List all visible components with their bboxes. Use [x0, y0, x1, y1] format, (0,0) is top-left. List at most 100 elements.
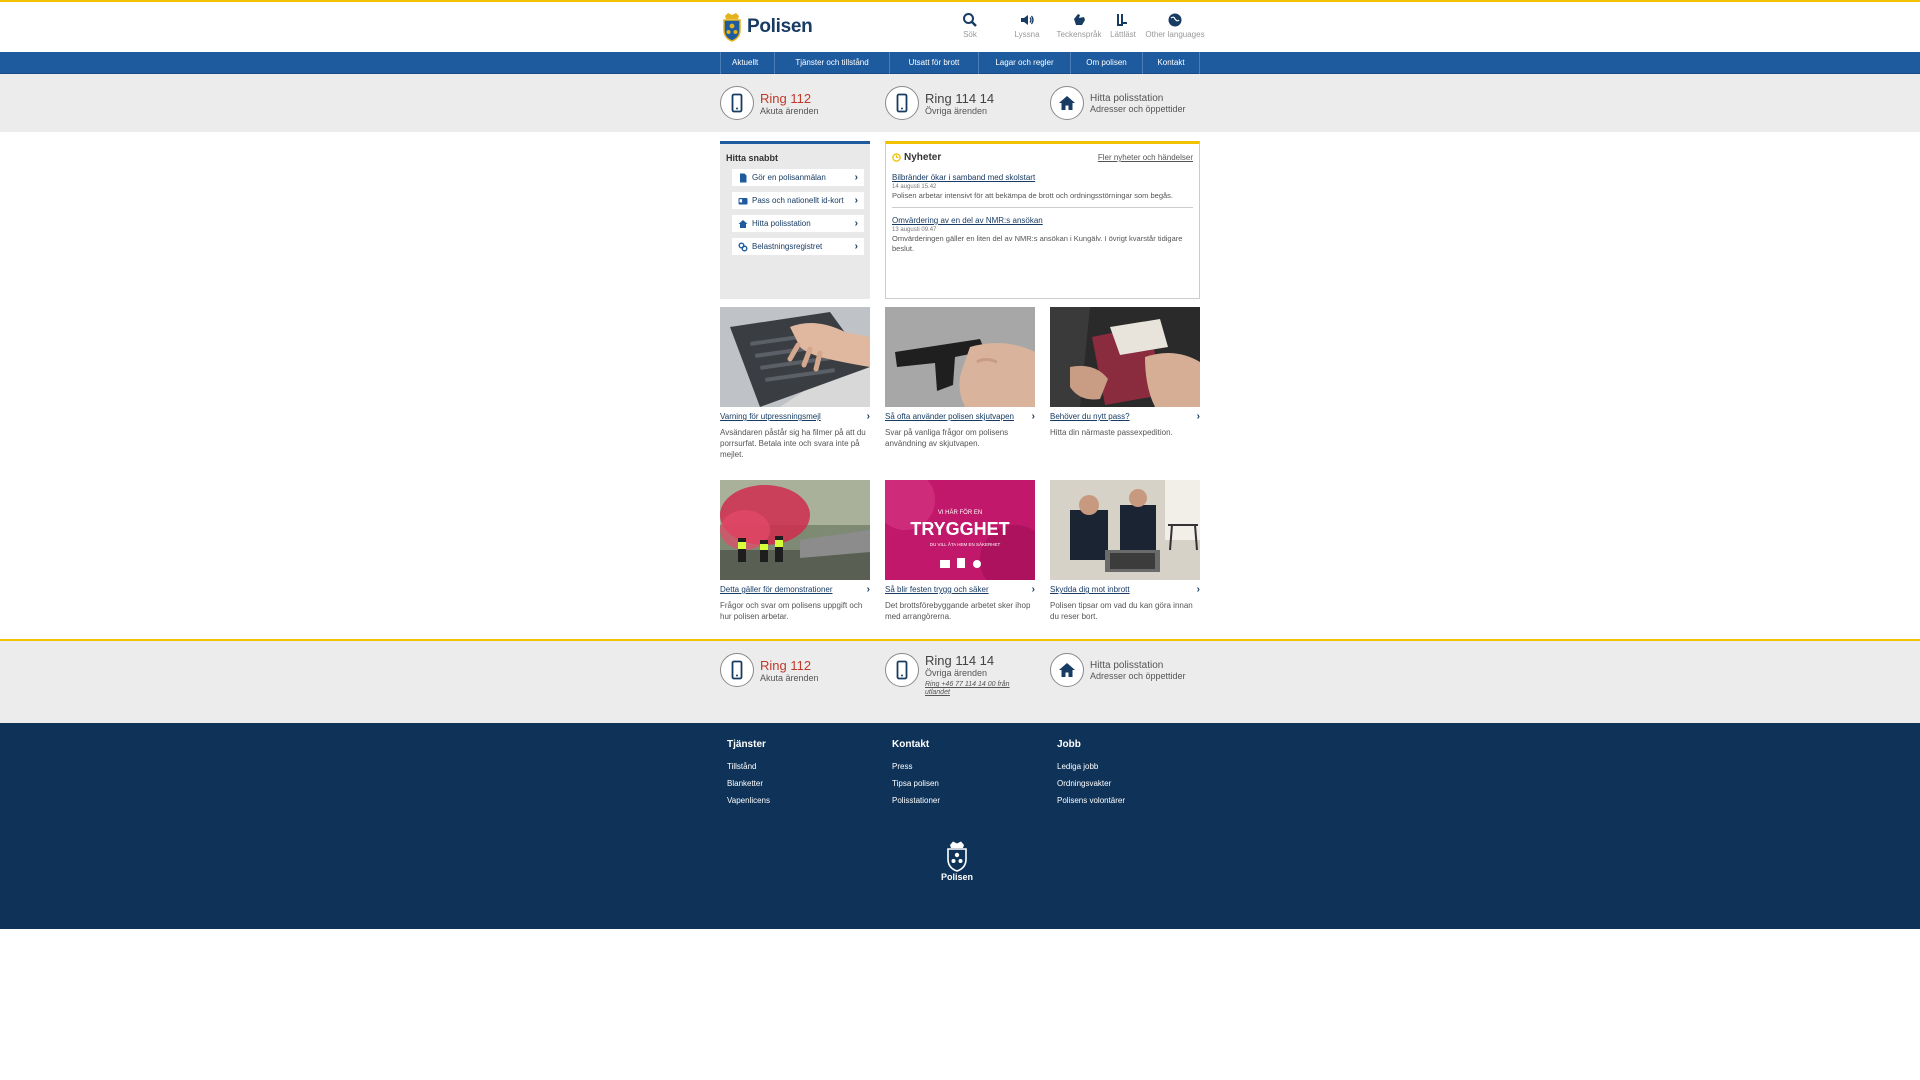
- call-find-station[interactable]: Hitta polisstation Adresser och öppettid…: [1050, 86, 1186, 120]
- phone-icon: [896, 660, 908, 680]
- footer-link[interactable]: Blanketter: [727, 779, 770, 788]
- chevron-right-icon: ›: [1031, 411, 1035, 422]
- card-link[interactable]: Så ofta använder polisen skjutvapen ›: [885, 411, 1035, 422]
- card-title: Behöver du nytt pass?: [1050, 412, 1130, 421]
- card-image-passport[interactable]: [1050, 307, 1200, 407]
- news-item: Bilbränder ökar i samband med skolstart …: [892, 173, 1193, 201]
- footer-link[interactable]: Press: [892, 762, 940, 771]
- call-title: Ring 112: [760, 657, 812, 673]
- card-link[interactable]: Skydda dig mot inbrott ›: [1050, 584, 1200, 595]
- card-description: Hitta din närmaste passexpedition.: [1050, 428, 1173, 437]
- card-image-demonstration[interactable]: [720, 480, 870, 580]
- clock-icon: [892, 153, 901, 162]
- nav-item-kontakt[interactable]: Kontakt: [1142, 52, 1200, 74]
- quick-link-station[interactable]: Hitta polisstation ›: [732, 215, 864, 232]
- footer-link[interactable]: Ordningsvakter: [1057, 779, 1125, 788]
- quick-link-label: Gör en polisanmälan: [752, 173, 826, 182]
- footer-link[interactable]: Lediga jobb: [1057, 762, 1125, 771]
- house-icon: [1059, 663, 1075, 677]
- chevron-right-icon: ›: [1196, 411, 1200, 422]
- quick-link-label: Pass och nationellt id-kort: [752, 196, 844, 205]
- poster-big: TRYGGHET: [910, 519, 1009, 539]
- card-title: Så ofta använder polisen skjutvapen: [885, 412, 1014, 421]
- card-burglary: Skydda dig mot inbrott › Polisen tipsar o…: [1050, 480, 1200, 622]
- nav-item-aktuellt[interactable]: Aktuellt: [720, 52, 774, 74]
- nav-item-lagar[interactable]: Lagar och regler: [978, 52, 1070, 74]
- card-image-burglary[interactable]: [1050, 480, 1200, 580]
- call-title: Hitta polisstation: [1090, 659, 1164, 671]
- news-item-link[interactable]: Bilbränder ökar i samband med skolstart: [892, 173, 1193, 182]
- footer-link[interactable]: Polisstationer: [892, 796, 940, 805]
- card-image-laptop[interactable]: [720, 307, 870, 407]
- card-link[interactable]: Behöver du nytt pass? ›: [1050, 411, 1200, 422]
- card-description: Det brottsförebyggande arbetet sker ihop…: [885, 601, 1031, 621]
- call-band-bottom: Ring 112 Akuta ärenden Ring 114 14 Övrig…: [0, 639, 1920, 723]
- call-11414[interactable]: Ring 114 14 Övriga ärenden: [885, 86, 994, 120]
- footer-logo-text: Polisen: [941, 872, 974, 882]
- phone-icon: [896, 93, 908, 113]
- footer-col-title: Kontakt: [892, 739, 930, 750]
- call-11414[interactable]: Ring 114 14 Övriga ärenden Ring +46 77 1…: [885, 653, 1020, 697]
- call-title: Ring 114 14: [925, 90, 995, 106]
- quick-link-registry[interactable]: Belastningsregistret ›: [732, 238, 864, 255]
- tool-label: Teckenspråk: [1056, 30, 1102, 39]
- call-sub: Adresser och öppettider: [1090, 103, 1186, 114]
- site-logo[interactable]: Polisen: [721, 12, 813, 42]
- tool-search[interactable]: Sök: [940, 12, 1000, 39]
- footer-col-title: Jobb: [1057, 739, 1081, 750]
- main-nav: Aktuellt Tjänster och tillstånd Utsatt f…: [0, 52, 1920, 74]
- more-news-link[interactable]: Fler nyheter och händelser: [1098, 153, 1193, 162]
- call-112[interactable]: Ring 112 Akuta ärenden: [720, 86, 819, 120]
- hand-icon: [1074, 14, 1085, 25]
- card-extortion-email: Varning för utpressningsmejl › Avsändaren…: [720, 307, 870, 460]
- call-sub: Akuta ärenden: [760, 105, 819, 116]
- tool-other-languages[interactable]: Other languages: [1140, 12, 1210, 39]
- card-image-party-poster[interactable]: VI HÄR FÖR EN TRYGGHET DU VILL ÅTA HEM E…: [885, 480, 1035, 580]
- news-item-text: Polisen arbetar intensivt för att bekämp…: [892, 191, 1173, 200]
- card-link[interactable]: Så blir festen trygg och säker ›: [885, 584, 1035, 595]
- footer-link[interactable]: Tipsa polisen: [892, 779, 940, 788]
- document-icon: [740, 173, 747, 182]
- call-112[interactable]: Ring 112 Akuta ärenden: [720, 653, 819, 687]
- quick-link-label: Hitta polisstation: [752, 219, 811, 228]
- news-item-link[interactable]: Omvärdering av en del av NMR:s ansökan: [892, 216, 1193, 225]
- news-title-wrap: Nyheter: [892, 152, 941, 163]
- chevron-right-icon: ›: [1196, 584, 1200, 595]
- chevron-right-icon: ›: [854, 195, 858, 206]
- call-sub: Övriga ärenden: [925, 105, 988, 116]
- tool-label: Lyssna: [1014, 30, 1040, 39]
- nav-item-tjanster[interactable]: Tjänster och tillstånd: [774, 52, 889, 74]
- phone-icon: [731, 660, 743, 680]
- nav-item-utsatt[interactable]: Utsatt för brott: [889, 52, 978, 74]
- call-title: Hitta polisstation: [1090, 92, 1164, 104]
- ll-icon: [1117, 14, 1127, 26]
- footer-link[interactable]: Vapenlicens: [727, 796, 770, 805]
- footer-link[interactable]: Tillstånd: [727, 762, 770, 771]
- quick-title: Hitta snabbt: [726, 153, 779, 163]
- card-link[interactable]: Varning för utpressningsmejl ›: [720, 411, 870, 422]
- footer-logo[interactable]: Polisen: [941, 840, 973, 882]
- news-item: Omvärdering av en del av NMR:s ansökan 1…: [892, 207, 1193, 254]
- house-icon: [738, 219, 748, 228]
- chevron-right-icon: ›: [866, 584, 870, 595]
- footer-link[interactable]: Polisens volontärer: [1057, 796, 1125, 805]
- chevron-right-icon: ›: [854, 241, 858, 252]
- chevron-right-icon: ›: [1031, 584, 1035, 595]
- news-item-date: 14 augusti 15.42: [892, 184, 937, 190]
- quick-link-passport[interactable]: Pass och nationellt id-kort ›: [732, 192, 864, 209]
- card-description: Svar på vanliga frågor om polisens använ…: [885, 428, 1009, 448]
- news-item-text: Omvärderingen gäller en liten del av NMR…: [892, 234, 1183, 253]
- card-image-pistol[interactable]: [885, 307, 1035, 407]
- speaker-icon: [1021, 15, 1034, 25]
- card-description: Avsändaren påstår sig ha filmer på att d…: [720, 428, 866, 459]
- poster-line1: VI HÄR FÖR EN: [938, 509, 982, 516]
- quick-link-report[interactable]: Gör en polisanmälan ›: [732, 169, 864, 186]
- tool-easy-read[interactable]: Lättläst: [1103, 12, 1143, 39]
- card-link[interactable]: Detta gäller för demonstrationer ›: [720, 584, 870, 595]
- id-card-icon: [738, 197, 748, 204]
- call-find-station[interactable]: Hitta polisstation Adresser och öppettid…: [1050, 653, 1186, 687]
- tool-sign-language[interactable]: Teckenspråk: [1049, 12, 1109, 39]
- call-abroad-link[interactable]: Ring +46 77 114 14 00 från utlandet: [925, 681, 1020, 697]
- tool-listen[interactable]: Lyssna: [997, 12, 1057, 39]
- nav-item-om-polisen[interactable]: Om polisen: [1070, 52, 1142, 74]
